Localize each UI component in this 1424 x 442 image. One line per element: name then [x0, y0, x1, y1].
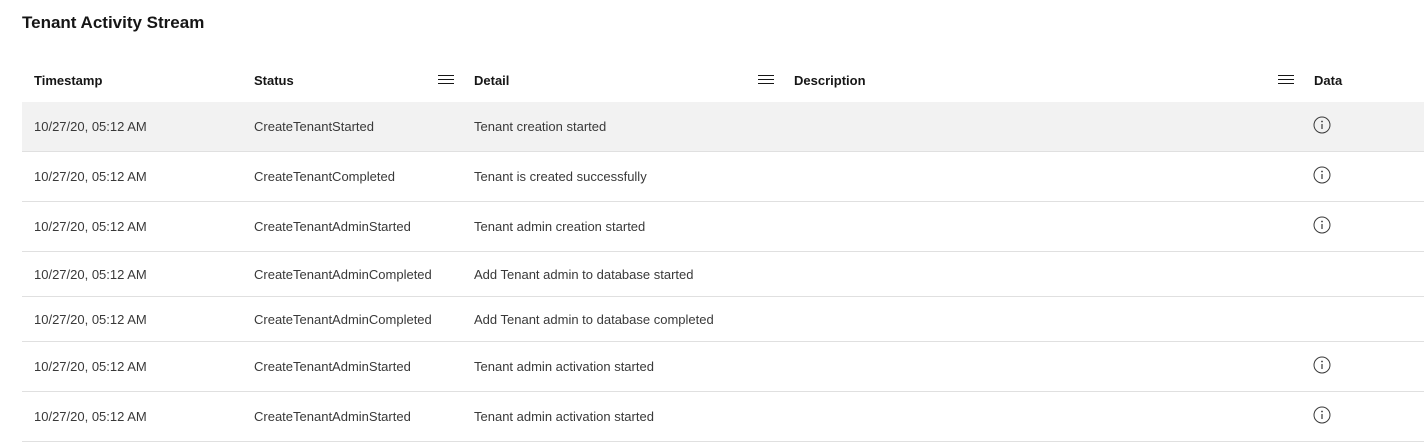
- info-icon[interactable]: [1313, 356, 1331, 374]
- timestamp-cell: 10/27/20, 05:12 AM: [34, 311, 147, 327]
- status-cell: CreateTenantAdminCompleted: [254, 311, 432, 327]
- column-menu-icon[interactable]: [438, 72, 454, 86]
- detail-cell: Tenant is created successfully: [474, 169, 647, 184]
- column-header-timestamp[interactable]: Timestamp: [34, 58, 102, 102]
- column-menu-icon[interactable]: [1278, 72, 1294, 86]
- activity-table: Timestamp Status Detail Description Data…: [22, 58, 1424, 442]
- detail-cell: Tenant admin activation started: [474, 359, 654, 374]
- status-cell: CreateTenantCompleted: [254, 169, 395, 184]
- detail-cell: Add Tenant admin to database started: [474, 266, 694, 282]
- table-body: 10/27/20, 05:12 AM CreateTenantStarted Ten…: [22, 102, 1424, 442]
- timestamp-cell: 10/27/20, 05:12 AM: [34, 169, 147, 184]
- detail-cell: Tenant creation started: [474, 119, 607, 134]
- timestamp-cell: 10/27/20, 05:12 AM: [34, 266, 147, 282]
- status-cell: CreateTenantAdminStarted: [254, 359, 411, 374]
- table-row[interactable]: 10/27/20, 05:12 AM CreateTenantAdminCompl…: [22, 252, 1424, 297]
- timestamp-cell: 10/27/20, 05:12 AM: [34, 409, 147, 424]
- info-icon[interactable]: [1313, 406, 1331, 424]
- status-cell: CreateTenantAdminStarted: [254, 409, 411, 424]
- column-header-detail[interactable]: Detail: [474, 58, 509, 102]
- table-row[interactable]: 10/27/20, 05:12 AM CreateTenantAdminStart…: [22, 392, 1424, 442]
- column-menu-icon[interactable]: [758, 72, 774, 86]
- table-header: Timestamp Status Detail Description Data: [22, 58, 1424, 102]
- table-row[interactable]: 10/27/20, 05:12 AM CreateTenantCompleted T…: [22, 152, 1424, 202]
- info-icon[interactable]: [1313, 216, 1331, 234]
- timestamp-cell: 10/27/20, 05:12 AM: [34, 119, 147, 134]
- detail-cell: Tenant admin activation started: [474, 409, 654, 424]
- table-row[interactable]: 10/27/20, 05:12 AM CreateTenantStarted Ten…: [22, 102, 1424, 152]
- status-cell: CreateTenantAdminStarted: [254, 219, 411, 234]
- timestamp-cell: 10/27/20, 05:12 AM: [34, 219, 147, 234]
- info-icon[interactable]: [1313, 116, 1331, 134]
- page-title: Tenant Activity Stream: [22, 13, 205, 32]
- column-header-status[interactable]: Status: [254, 58, 294, 102]
- timestamp-cell: 10/27/20, 05:12 AM: [34, 359, 147, 374]
- column-header-description[interactable]: Description: [794, 58, 866, 102]
- detail-cell: Add Tenant admin to database completed: [474, 311, 714, 327]
- table-row[interactable]: 10/27/20, 05:12 AM CreateTenantAdminCompl…: [22, 297, 1424, 342]
- table-row[interactable]: 10/27/20, 05:12 AM CreateTenantAdminStart…: [22, 342, 1424, 392]
- column-header-data[interactable]: Data: [1314, 58, 1342, 102]
- table-row[interactable]: 10/27/20, 05:12 AM CreateTenantAdminStart…: [22, 202, 1424, 252]
- detail-cell: Tenant admin creation started: [474, 219, 646, 234]
- status-cell: CreateTenantAdminCompleted: [254, 266, 432, 282]
- status-cell: CreateTenantStarted: [254, 119, 374, 134]
- info-icon[interactable]: [1313, 166, 1331, 184]
